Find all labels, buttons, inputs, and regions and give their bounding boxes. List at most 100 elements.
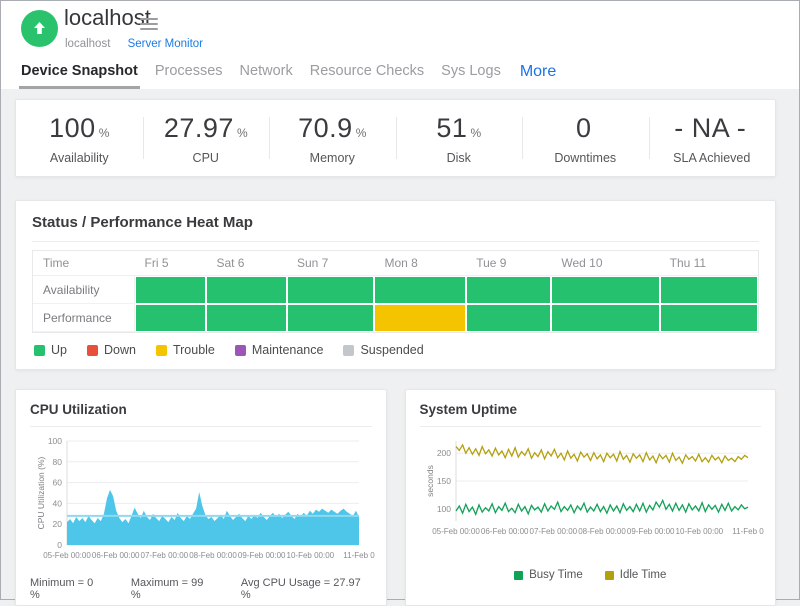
stat-sla: - NA - SLA Achieved [649, 113, 776, 165]
stat-cpu: 27.97% CPU [143, 113, 270, 165]
stat-downtimes: 0 Downtimes [522, 113, 649, 165]
stat-label: SLA Achieved [649, 151, 776, 165]
legend-swatch-icon [514, 571, 523, 580]
legend-item-busy-time: Busy Time [514, 569, 583, 581]
svg-text:07-Feb 00:00: 07-Feb 00:00 [140, 551, 188, 560]
monitor-status-icon [21, 10, 58, 47]
svg-text:05-Feb 00:00: 05-Feb 00:00 [43, 551, 91, 560]
up-arrow-icon [31, 20, 48, 37]
heatmap-column-header: Sun 7 [287, 251, 375, 276]
heatmap-cell-up[interactable] [135, 276, 207, 304]
heatmap-cell-up[interactable] [551, 304, 659, 332]
cpu-chart-title: CPU Utilization [30, 402, 372, 427]
heatmap-cell-up[interactable] [287, 276, 375, 304]
heatmap-cell-up[interactable] [287, 304, 375, 332]
heatmap-cell-up[interactable] [206, 276, 286, 304]
svg-text:11-Feb 0: 11-Feb 0 [733, 527, 765, 536]
cpu-utilization-card: CPU Utilization 02040608010005-Feb 00:00… [15, 389, 387, 606]
heatmap-cell-up[interactable] [466, 276, 551, 304]
tab-device-snapshot[interactable]: Device Snapshot [19, 63, 140, 89]
legend-swatch-icon [156, 345, 167, 356]
svg-text:200: 200 [437, 448, 451, 458]
stat-value: 100 [49, 113, 96, 143]
stat-value: 70.9 [298, 113, 353, 143]
stat-value: - NA - [674, 113, 746, 143]
svg-text:08-Feb 00:00: 08-Feb 00:00 [578, 527, 626, 536]
stat-label: Availability [16, 151, 143, 165]
heatmap-title: Status / Performance Heat Map [32, 214, 759, 242]
svg-text:10-Feb 00:00: 10-Feb 00:00 [286, 551, 334, 560]
legend-item-suspended: Suspended [343, 343, 423, 357]
heatmap-column-header: Sat 6 [206, 251, 286, 276]
stat-value: 51 [436, 113, 467, 143]
svg-text:20: 20 [52, 519, 62, 529]
svg-text:80: 80 [52, 457, 62, 467]
heatmap-cell-up[interactable] [135, 304, 207, 332]
stat-value: 27.97 [164, 113, 234, 143]
tab-resource-checks[interactable]: Resource Checks [308, 63, 426, 89]
stat-label: Memory [269, 151, 396, 165]
heatmap-column-header: Tue 9 [466, 251, 551, 276]
legend-item-idle-time: Idle Time [605, 569, 667, 581]
cpu-average: Avg CPU Usage = 27.97 % [241, 577, 372, 601]
svg-text:seconds: seconds [425, 465, 435, 497]
breadcrumb: localhost Server Monitor [65, 38, 203, 50]
svg-text:08-Feb 00:00: 08-Feb 00:00 [189, 551, 237, 560]
tab-bar: Device Snapshot Processes Network Resour… [19, 63, 558, 89]
heatmap-card: Status / Performance Heat Map TimeFri 5S… [15, 200, 776, 370]
svg-text:CPU Utilization (%): CPU Utilization (%) [36, 456, 46, 529]
heatmap-cell-up[interactable] [660, 304, 758, 332]
heatmap-cell-up[interactable] [660, 276, 758, 304]
hamburger-menu-icon[interactable] [140, 18, 158, 33]
cpu-utilization-chart: 02040608010005-Feb 00:0006-Feb 00:0007-F… [35, 435, 367, 563]
legend-item-trouble: Trouble [156, 343, 215, 357]
heatmap-header-row: TimeFri 5Sat 6Sun 7Mon 8Tue 9Wed 10Thu 1… [33, 251, 758, 276]
tab-sys-logs[interactable]: Sys Logs [439, 63, 503, 89]
charts-row: CPU Utilization 02040608010005-Feb 00:00… [15, 389, 776, 606]
uptime-chart-title: System Uptime [420, 402, 762, 427]
legend-item-up: Up [34, 343, 67, 357]
svg-text:100: 100 [437, 504, 451, 514]
legend-swatch-icon [34, 345, 45, 356]
heatmap-cell-up[interactable] [466, 304, 551, 332]
heatmap-column-header: Fri 5 [135, 251, 207, 276]
svg-text:40: 40 [52, 498, 62, 508]
svg-text:07-Feb 00:00: 07-Feb 00:00 [530, 527, 578, 536]
heatmap-row: Availability [33, 276, 758, 304]
tab-more[interactable]: More [518, 63, 558, 89]
heatmap-table: TimeFri 5Sat 6Sun 7Mon 8Tue 9Wed 10Thu 1… [32, 250, 759, 333]
legend-swatch-icon [343, 345, 354, 356]
heatmap-column-header: Mon 8 [374, 251, 466, 276]
heatmap-row-label: Performance [33, 304, 135, 332]
main-content: 100% Availability 27.97% CPU 70.9% Memor… [1, 89, 799, 606]
stat-label: Disk [396, 151, 523, 165]
stat-availability: 100% Availability [16, 113, 143, 165]
heatmap-cell-trouble[interactable] [374, 304, 466, 332]
legend-item-down: Down [87, 343, 136, 357]
stat-label: Downtimes [522, 151, 649, 165]
tab-processes[interactable]: Processes [153, 63, 225, 89]
legend-swatch-icon [235, 345, 246, 356]
svg-text:05-Feb 00:00: 05-Feb 00:00 [432, 527, 480, 536]
svg-text:60: 60 [52, 478, 62, 488]
svg-text:150: 150 [437, 476, 451, 486]
heatmap-cell-up[interactable] [206, 304, 286, 332]
heatmap-row: Performance [33, 304, 758, 332]
heatmap-cell-up[interactable] [374, 276, 466, 304]
heatmap-cell-up[interactable] [551, 276, 659, 304]
system-uptime-chart: 100 150 200 05-Feb 00:0006-Feb 00:0007-Feb … [424, 435, 756, 539]
tab-network[interactable]: Network [238, 63, 295, 89]
monitor-name: localhost [65, 38, 110, 50]
heatmap-column-header: Wed 10 [551, 251, 659, 276]
stat-disk: 51% Disk [396, 113, 523, 165]
heatmap-legend: Up Down Trouble Maintenance Suspended [32, 343, 759, 357]
svg-text:06-Feb 00:00: 06-Feb 00:00 [92, 551, 140, 560]
summary-stats-card: 100% Availability 27.97% CPU 70.9% Memor… [15, 99, 776, 177]
svg-text:100: 100 [48, 436, 62, 446]
legend-swatch-icon [87, 345, 98, 356]
legend-item-maintenance: Maintenance [235, 343, 324, 357]
heatmap-column-header: Thu 11 [660, 251, 758, 276]
monitor-type-link[interactable]: Server Monitor [128, 38, 203, 50]
svg-text:06-Feb 00:00: 06-Feb 00:00 [481, 527, 529, 536]
uptime-chart-legend: Busy Time Idle Time [420, 569, 762, 581]
